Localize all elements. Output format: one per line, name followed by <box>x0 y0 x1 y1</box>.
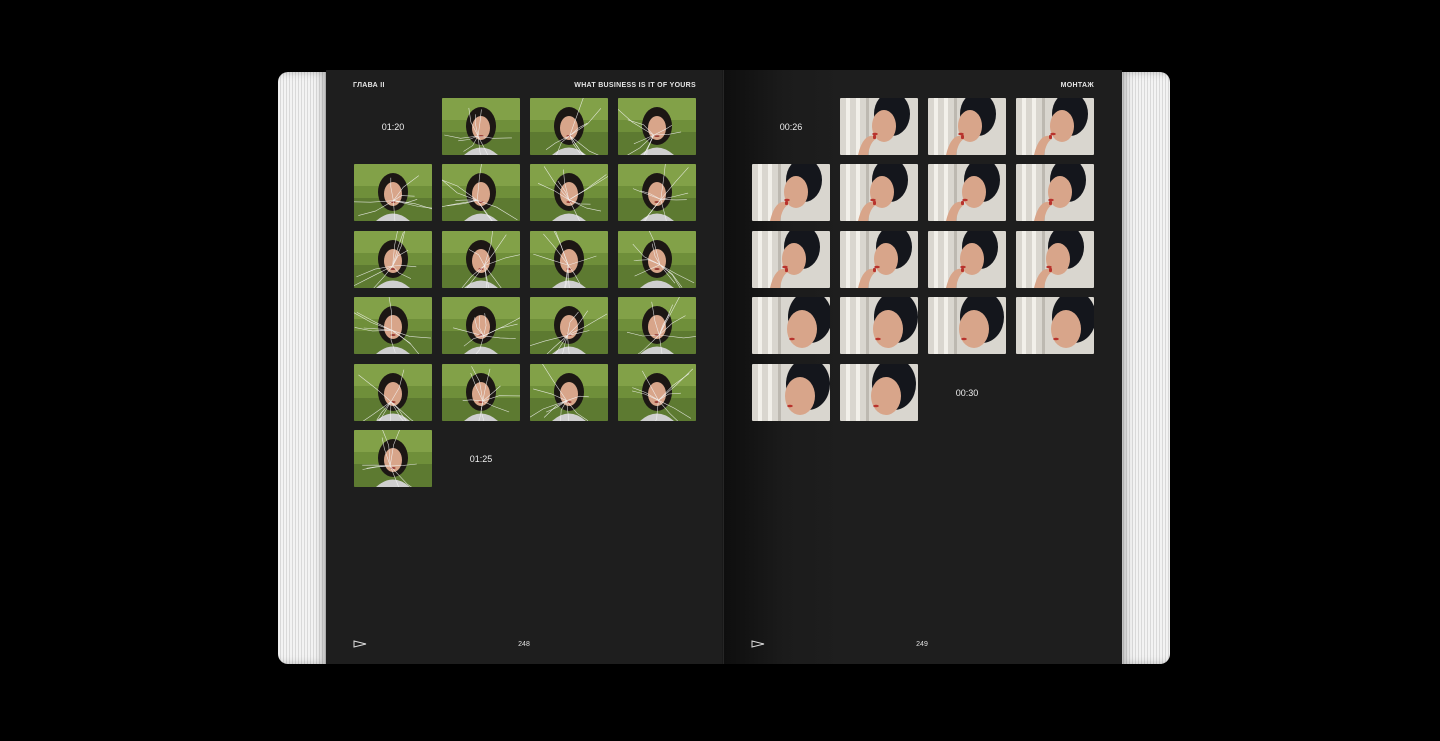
chapter-label: ГЛАВА II <box>353 82 385 89</box>
film-frame-shattered <box>618 297 696 354</box>
film-frame-shattered <box>618 364 696 421</box>
film-frame-shattered <box>618 164 696 221</box>
film-frame-shattered <box>530 297 608 354</box>
film-frame-window <box>928 231 1006 288</box>
timecode-start-left: 01:20 <box>381 122 405 132</box>
triangle-arrow-icon <box>751 640 765 648</box>
film-frame-shattered <box>442 98 520 155</box>
right-page: МОНТАЖ 00:26 00:30 249 <box>724 70 1122 664</box>
film-frame-window <box>1016 297 1094 354</box>
timecode-end-left: 01:25 <box>469 454 493 464</box>
page-number-right: 249 <box>916 641 928 648</box>
triangle-arrow-icon <box>353 640 367 648</box>
film-frame-shattered <box>442 164 520 221</box>
page-edges-left <box>278 72 328 664</box>
film-frame-shattered <box>354 364 432 421</box>
film-frame-window <box>928 164 1006 221</box>
film-frame-window <box>1016 231 1094 288</box>
timecode-end-right: 00:30 <box>955 388 979 398</box>
film-frame-shattered <box>530 231 608 288</box>
film-frame-window <box>752 231 830 288</box>
film-frame-shattered <box>354 430 432 487</box>
running-title-right: МОНТАЖ <box>1060 82 1094 89</box>
film-frame-shattered <box>530 164 608 221</box>
film-frame-shattered <box>442 231 520 288</box>
film-frame-window <box>752 164 830 221</box>
film-frame-shattered <box>354 297 432 354</box>
film-frame-window <box>840 164 918 221</box>
film-frame-window <box>752 297 830 354</box>
film-frame-shattered <box>354 231 432 288</box>
film-frame-window <box>928 297 1006 354</box>
timecode-start-right: 00:26 <box>779 122 803 132</box>
left-page: ГЛАВА II WHAT BUSINESS IS IT OF YOURS 01… <box>326 70 724 664</box>
film-frame-shattered <box>354 164 432 221</box>
film-frame-shattered <box>618 98 696 155</box>
film-frame-shattered <box>530 364 608 421</box>
film-frame-shattered <box>530 98 608 155</box>
film-frame-shattered <box>442 364 520 421</box>
running-title-left: WHAT BUSINESS IS IT OF YOURS <box>574 82 696 89</box>
page-number-left: 248 <box>518 641 530 648</box>
film-frame-window <box>840 98 918 155</box>
film-frame-window <box>840 297 918 354</box>
film-frame-window <box>928 98 1006 155</box>
film-frame-window <box>1016 98 1094 155</box>
film-frame-window <box>752 364 830 421</box>
film-frame-window <box>840 231 918 288</box>
film-frame-shattered <box>618 231 696 288</box>
open-book: ГЛАВА II WHAT BUSINESS IS IT OF YOURS 01… <box>0 0 1440 741</box>
film-frame-window <box>840 364 918 421</box>
film-frame-window <box>1016 164 1094 221</box>
film-frame-shattered <box>442 297 520 354</box>
page-edges-right <box>1120 72 1170 664</box>
